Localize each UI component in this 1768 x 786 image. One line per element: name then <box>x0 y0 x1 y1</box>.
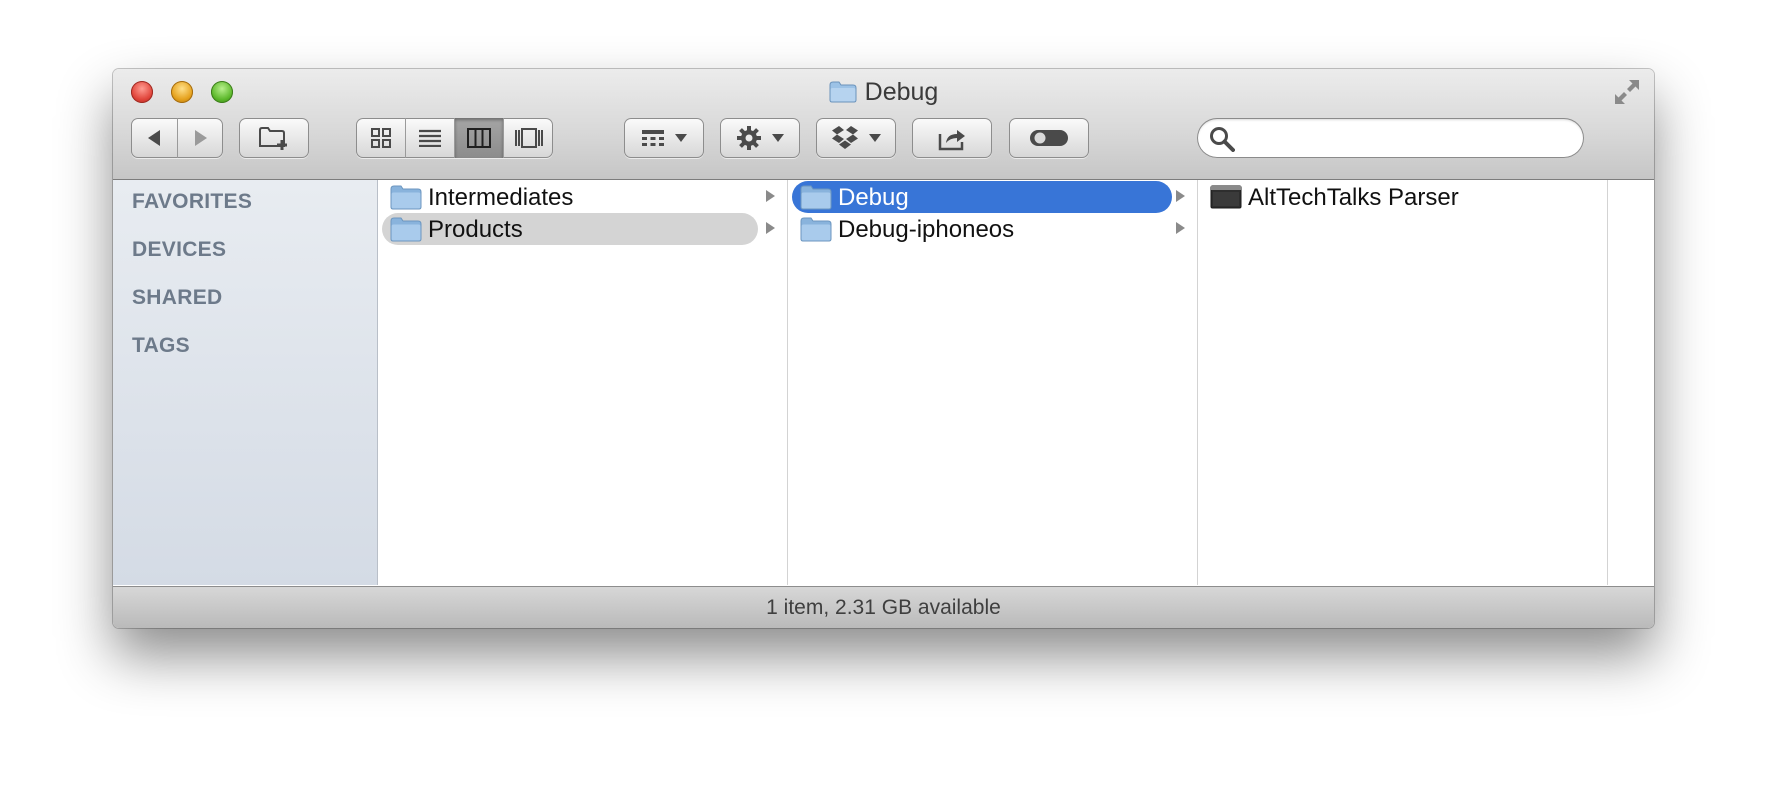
view-mode-control <box>356 118 553 158</box>
disclosure-arrow-icon <box>1176 190 1185 202</box>
dropbox-button[interactable] <box>816 118 896 158</box>
action-button[interactable] <box>720 118 800 158</box>
disclosure-arrow-icon <box>1176 222 1185 234</box>
share-icon <box>938 130 965 151</box>
back-arrow-icon <box>148 130 160 146</box>
item-label: Intermediates <box>428 184 574 211</box>
back-button[interactable] <box>131 118 177 158</box>
new-folder-icon <box>259 127 287 150</box>
folder-icon <box>800 217 832 242</box>
chevron-down-icon <box>675 134 687 142</box>
icon-view-button[interactable] <box>356 118 405 158</box>
arrange-icon <box>642 130 664 146</box>
list-item[interactable]: Intermediates <box>382 181 782 213</box>
sidebar-heading-shared[interactable]: SHARED <box>132 286 222 310</box>
item-label: Debug-iphoneos <box>838 216 1015 243</box>
cover-flow-icon <box>514 128 543 148</box>
executable-icon <box>1210 185 1242 209</box>
title-bar[interactable]: Debug <box>113 69 1654 180</box>
browser-column-3[interactable]: AltTechTalks Parser <box>1198 180 1608 585</box>
search-input[interactable] <box>1241 124 1575 154</box>
folder-icon <box>390 185 422 210</box>
search-icon <box>1210 127 1235 152</box>
list-item[interactable]: Debug <box>792 181 1192 213</box>
folder-icon <box>800 185 832 210</box>
status-text: 1 item, 2.31 GB available <box>766 596 1001 619</box>
folder-icon <box>829 81 857 103</box>
disclosure-arrow-icon <box>766 190 775 202</box>
list-view-icon <box>419 129 441 147</box>
window-title-text: Debug <box>864 77 939 106</box>
item-label: Products <box>428 216 523 243</box>
sidebar: FAVORITES DEVICES SHARED TAGS <box>113 180 378 585</box>
item-label: Debug <box>838 184 909 211</box>
arrange-button[interactable] <box>624 118 704 158</box>
column-view-icon <box>467 128 491 148</box>
chevron-down-icon <box>772 134 784 142</box>
list-view-button[interactable] <box>405 118 454 158</box>
tags-toggle-icon <box>1030 130 1068 146</box>
tags-toggle-button[interactable] <box>1009 118 1089 158</box>
list-item[interactable]: AltTechTalks Parser <box>1202 181 1602 213</box>
cover-flow-button[interactable] <box>503 118 553 158</box>
item-label: AltTechTalks Parser <box>1248 184 1459 211</box>
list-item[interactable]: Products <box>382 213 782 245</box>
dropbox-icon <box>832 126 858 149</box>
list-item[interactable]: Debug-iphoneos <box>792 213 1192 245</box>
folder-icon <box>390 217 422 242</box>
browser-column-2[interactable]: Debug Debug-iphoneos <box>788 180 1198 585</box>
chevron-down-icon <box>869 134 881 142</box>
sidebar-heading-favorites[interactable]: FAVORITES <box>132 190 252 214</box>
status-bar: 1 item, 2.31 GB available <box>113 586 1654 628</box>
forward-arrow-icon <box>194 130 207 146</box>
empty-column[interactable] <box>1608 180 1654 585</box>
sidebar-heading-tags[interactable]: TAGS <box>132 334 190 358</box>
finder-window: Debug FAVORITES DEVICES SHARED TAGS Inte… <box>113 69 1654 628</box>
column-view-button[interactable] <box>454 118 503 158</box>
share-button[interactable] <box>912 118 992 158</box>
window-title: Debug <box>113 77 1654 107</box>
browser-column-1[interactable]: Intermediates Products <box>378 180 788 585</box>
fullscreen-icon[interactable] <box>1612 77 1642 107</box>
search-field[interactable] <box>1197 118 1584 158</box>
icon-view-icon <box>370 128 391 148</box>
back-forward-control <box>131 118 223 158</box>
disclosure-arrow-icon <box>766 222 775 234</box>
forward-button[interactable] <box>177 118 223 158</box>
new-folder-button[interactable] <box>239 118 309 158</box>
gear-icon <box>737 126 761 150</box>
sidebar-heading-devices[interactable]: DEVICES <box>132 238 226 262</box>
